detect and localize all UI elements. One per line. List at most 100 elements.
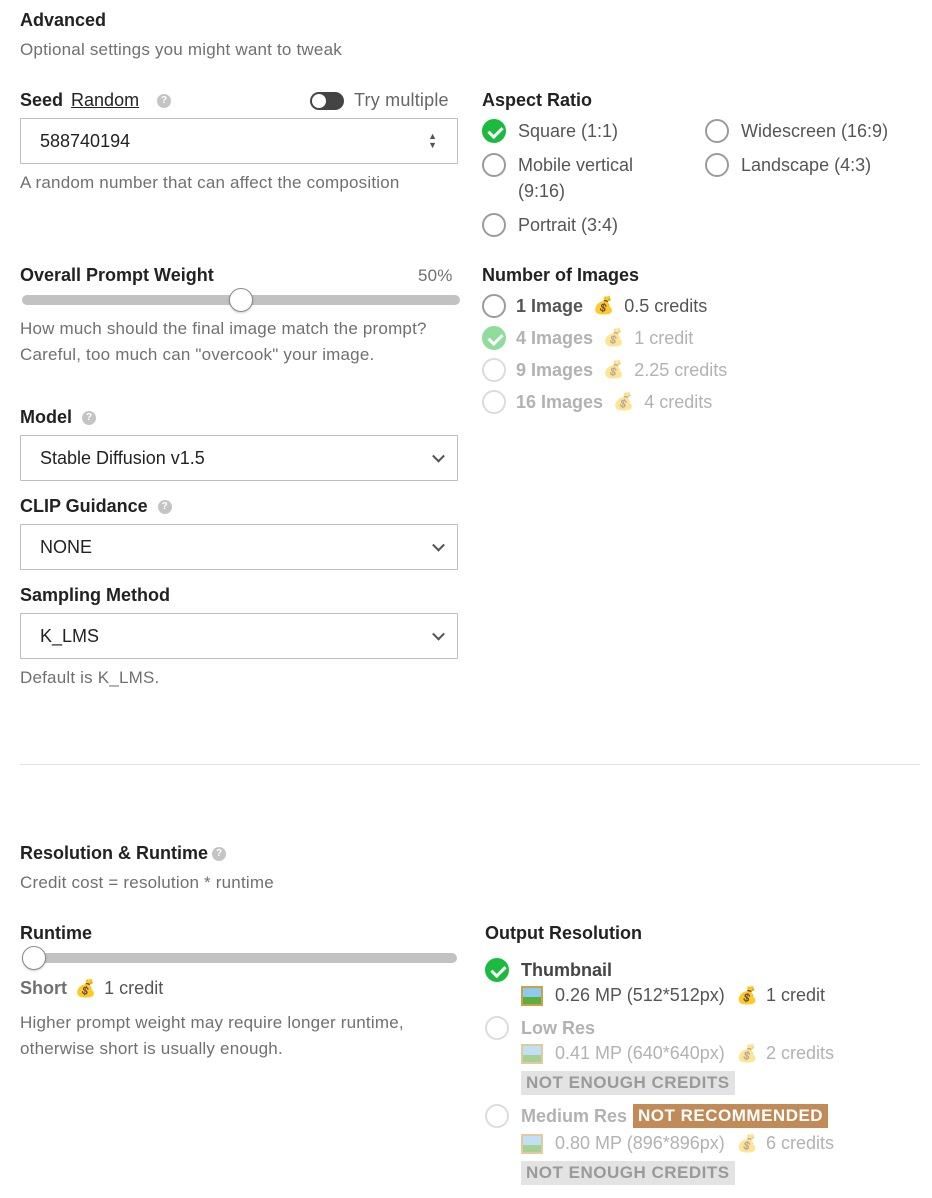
aspect-option-square[interactable]: Square (1:1) xyxy=(482,119,618,143)
resolution-cost: 6 credits xyxy=(765,1133,834,1153)
output-resolution-title: Output Resolution xyxy=(485,923,642,943)
aspect-option-label: Mobile vertical (9:16) xyxy=(518,155,634,201)
resolution-details: 0.80 MP (896*896px) 💰 6 credits xyxy=(521,1133,834,1154)
resolution-help-icon[interactable]: ? xyxy=(212,846,226,861)
section-divider xyxy=(20,764,920,765)
aspect-option-landscape[interactable]: Landscape (4:3) xyxy=(705,153,871,177)
runtime-level: Short xyxy=(20,978,67,998)
aspect-option-label: Landscape (4:3) xyxy=(741,154,872,175)
runtime-slider[interactable] xyxy=(22,953,457,963)
images-count: 1 Image xyxy=(516,295,584,316)
picture-icon xyxy=(521,1043,543,1064)
sampling-hint: Default is K_LMS. xyxy=(20,668,160,687)
advanced-title: Advanced xyxy=(20,10,107,30)
images-count: 16 Images xyxy=(516,391,604,412)
resolution-cost: 1 credit xyxy=(765,985,825,1005)
stepper-icon[interactable]: ▲ ▼ xyxy=(428,132,437,150)
resolution-runtime-subtitle: Credit cost = resolution * runtime xyxy=(20,873,274,892)
radio-icon[interactable] xyxy=(705,153,729,177)
runtime-cost: Short 💰 1 credit xyxy=(20,978,163,999)
not-enough-credits-badge: NOT ENOUGH CREDITS xyxy=(521,1161,735,1185)
resolution-option-medium-res[interactable]: Medium Res NOT RECOMMENDED xyxy=(485,1104,829,1128)
seed-hint: A random number that can affect the comp… xyxy=(20,173,400,192)
clip-help-icon[interactable]: ? xyxy=(157,499,172,514)
check-icon[interactable] xyxy=(485,958,509,982)
not-enough-credits-badge: NOT ENOUGH CREDITS xyxy=(521,1071,735,1095)
chevron-down-icon xyxy=(432,449,445,463)
seed-help-icon[interactable]: ? xyxy=(157,93,172,108)
try-multiple-toggle[interactable] xyxy=(310,91,344,110)
images-cost: 0.5 credits xyxy=(624,295,708,316)
resolution-option-low-res[interactable]: Low Res xyxy=(485,1016,595,1040)
runtime-hint: Higher prompt weight may require longer … xyxy=(20,1013,404,1058)
images-cost: 1 credit xyxy=(634,327,694,348)
radio-icon[interactable] xyxy=(482,358,506,382)
prompt-weight-hint: How much should the final image match th… xyxy=(20,319,427,364)
resolution-mp: 0.80 MP (896*896px) xyxy=(555,1133,725,1153)
seed-value: 588740194 xyxy=(40,130,131,151)
prompt-weight-slider-thumb[interactable] xyxy=(229,288,253,312)
model-select[interactable]: Stable Diffusion v1.5 xyxy=(20,435,458,481)
aspect-option-widescreen[interactable]: Widescreen (16:9) xyxy=(705,119,888,143)
resolution-name: Medium Res xyxy=(521,1105,628,1126)
images-cost: 2.25 credits xyxy=(634,359,728,380)
aspect-option-portrait[interactable]: Portrait (3:4) xyxy=(482,213,618,237)
images-option-16[interactable]: 16 Images 💰 4 credits xyxy=(482,390,712,414)
runtime-slider-thumb[interactable] xyxy=(22,946,46,970)
resolution-option-thumbnail[interactable]: Thumbnail xyxy=(485,958,612,982)
radio-icon[interactable] xyxy=(482,153,506,177)
aspect-option-mobile-vertical[interactable]: Mobile vertical (9:16) xyxy=(482,153,658,204)
resolution-cost: 2 credits xyxy=(765,1043,834,1063)
resolution-runtime-title: Resolution & Runtime xyxy=(20,843,208,863)
sampling-value: K_LMS xyxy=(40,625,100,646)
try-multiple-label: Try multiple xyxy=(354,90,449,110)
images-count: 9 Images xyxy=(516,359,594,380)
images-count: 4 Images xyxy=(516,327,594,348)
model-label: Model xyxy=(20,407,72,427)
check-icon[interactable] xyxy=(482,326,506,350)
seed-input[interactable]: 588740194 ▲ ▼ xyxy=(20,118,458,164)
radio-icon[interactable] xyxy=(485,1104,509,1128)
seed-header: Seed Random ? xyxy=(20,90,172,111)
seed-label: Seed xyxy=(20,90,64,110)
images-option-9[interactable]: 9 Images 💰 2.25 credits xyxy=(482,358,727,382)
radio-icon[interactable] xyxy=(482,213,506,237)
number-of-images-title: Number of Images xyxy=(482,265,640,285)
resolution-details: 0.26 MP (512*512px) 💰 1 credit xyxy=(521,985,825,1006)
runtime-title: Runtime xyxy=(20,923,92,943)
clip-select[interactable]: NONE xyxy=(20,524,458,570)
seed-random-link[interactable]: Random xyxy=(71,90,139,111)
money-bag-icon: 💰 xyxy=(603,360,625,379)
model-value: Stable Diffusion v1.5 xyxy=(40,447,205,468)
prompt-weight-title: Overall Prompt Weight xyxy=(20,265,214,285)
radio-icon[interactable] xyxy=(705,119,729,143)
clip-value: NONE xyxy=(40,536,93,557)
advanced-subtitle: Optional settings you might want to twea… xyxy=(20,40,342,59)
model-help-icon[interactable]: ? xyxy=(82,410,96,425)
chevron-down-icon xyxy=(432,627,445,641)
radio-icon[interactable] xyxy=(482,390,506,414)
images-option-1[interactable]: 1 Image 💰 0.5 credits xyxy=(482,294,707,318)
money-bag-icon: 💰 xyxy=(736,1133,758,1153)
aspect-option-label: Widescreen (16:9) xyxy=(741,120,889,141)
picture-icon xyxy=(521,1133,543,1154)
radio-icon[interactable] xyxy=(485,1016,509,1040)
money-bag-icon: 💰 xyxy=(593,296,615,315)
model-header: Model ? xyxy=(20,407,96,428)
money-bag-icon: 💰 xyxy=(75,978,97,998)
picture-icon xyxy=(521,985,543,1006)
radio-icon[interactable] xyxy=(482,294,506,318)
resolution-runtime-header: Resolution & Runtime ? xyxy=(20,843,226,864)
sampling-label: Sampling Method xyxy=(20,585,170,605)
resolution-mp: 0.26 MP (512*512px) xyxy=(555,985,725,1005)
chevron-down-icon xyxy=(432,538,445,552)
check-icon[interactable] xyxy=(482,119,506,143)
prompt-weight-value: 50% xyxy=(418,266,453,285)
money-bag-icon: 💰 xyxy=(736,1043,758,1063)
try-multiple-control[interactable]: Try multiple xyxy=(310,90,449,111)
aspect-option-label: Square (1:1) xyxy=(518,120,619,141)
images-option-4[interactable]: 4 Images 💰 1 credit xyxy=(482,326,693,350)
sampling-select[interactable]: K_LMS xyxy=(20,613,458,659)
aspect-option-label: Portrait (3:4) xyxy=(518,214,619,235)
resolution-name: Low Res xyxy=(521,1017,596,1038)
